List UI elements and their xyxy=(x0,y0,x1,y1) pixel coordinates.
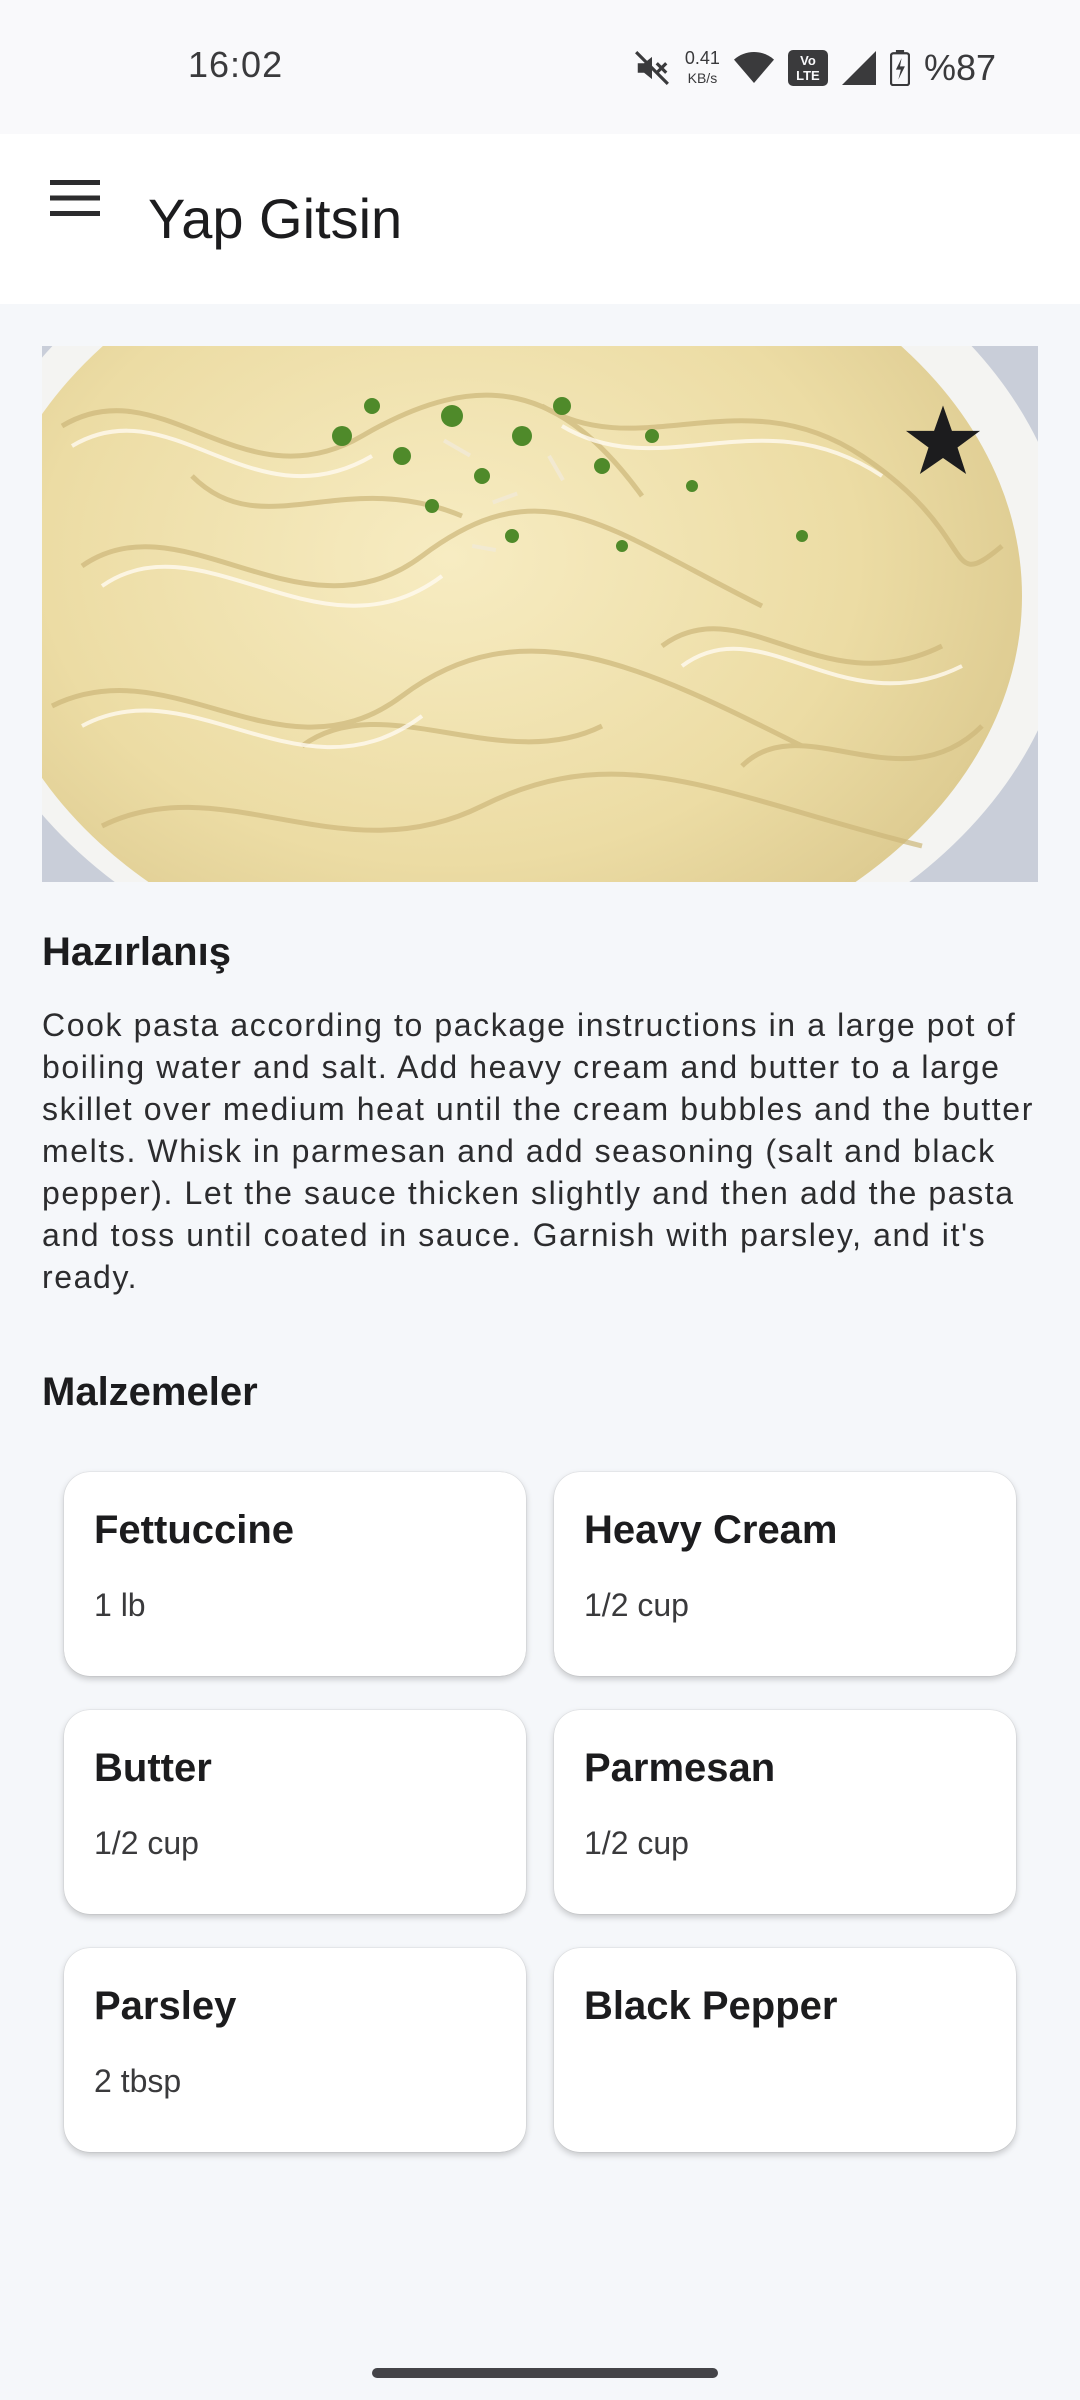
ingredient-card[interactable]: Black Pepper xyxy=(554,1948,1016,2152)
home-indicator[interactable] xyxy=(372,2368,718,2378)
ingredients-grid: Fettuccine 1 lb Heavy Cream 1/2 cup Butt… xyxy=(64,1472,1016,2152)
ingredient-name: Fettuccine xyxy=(94,1508,295,1552)
network-speed-unit: KB/s xyxy=(687,70,718,86)
ingredient-amount: 1 lb xyxy=(94,1587,146,1623)
ingredient-card[interactable]: Parmesan 1/2 cup xyxy=(554,1710,1016,1914)
status-bar: 16:02 0.41 KB/s Vo LTE %87 xyxy=(0,0,1080,134)
status-time: 16:02 xyxy=(188,44,284,85)
battery-level: %87 xyxy=(923,47,996,88)
ingredient-name: Heavy Cream xyxy=(584,1508,838,1552)
ingredient-amount: 1/2 cup xyxy=(584,1587,689,1623)
recipe-image xyxy=(42,346,1038,882)
ingredient-name: Butter xyxy=(94,1746,212,1790)
ingredient-amount: 2 tbsp xyxy=(94,2063,182,2099)
wifi-icon xyxy=(733,51,774,85)
app-title: Yap Gitsin xyxy=(148,187,403,250)
menu-button[interactable] xyxy=(30,155,120,245)
volte-bottom: LTE xyxy=(796,68,820,83)
ingredient-amount: 1/2 cup xyxy=(584,1825,689,1861)
preparation-heading: Hazırlanış xyxy=(42,930,231,974)
battery-icon xyxy=(889,50,910,86)
ingredient-card[interactable]: Parsley 2 tbsp xyxy=(64,1948,526,2152)
ingredient-name: Parmesan xyxy=(584,1746,776,1790)
ingredient-card[interactable]: Butter 1/2 cup xyxy=(64,1710,526,1914)
ingredient-card[interactable]: Fettuccine 1 lb xyxy=(64,1472,526,1676)
ingredient-name: Black Pepper xyxy=(584,1984,838,2028)
signal-icon xyxy=(841,51,876,85)
volte-top: Vo xyxy=(800,53,816,68)
ingredient-name: Parsley xyxy=(94,1984,237,2028)
network-speed: 0.41 KB/s xyxy=(685,48,720,88)
ingredients-heading: Malzemeler xyxy=(42,1370,258,1414)
mute-icon xyxy=(633,49,671,87)
ingredient-card[interactable]: Heavy Cream 1/2 cup xyxy=(554,1472,1016,1676)
status-icons: 0.41 KB/s Vo LTE %87 xyxy=(633,44,996,92)
favorite-button[interactable] xyxy=(900,400,986,486)
ingredient-amount: 1/2 cup xyxy=(94,1825,199,1861)
hamburger-menu-icon xyxy=(50,179,100,221)
network-speed-value: 0.41 xyxy=(684,48,720,68)
star-icon xyxy=(906,405,980,482)
preparation-text: Cook pasta according to package instruct… xyxy=(42,1007,1034,1295)
volte-icon: Vo LTE xyxy=(787,50,828,86)
